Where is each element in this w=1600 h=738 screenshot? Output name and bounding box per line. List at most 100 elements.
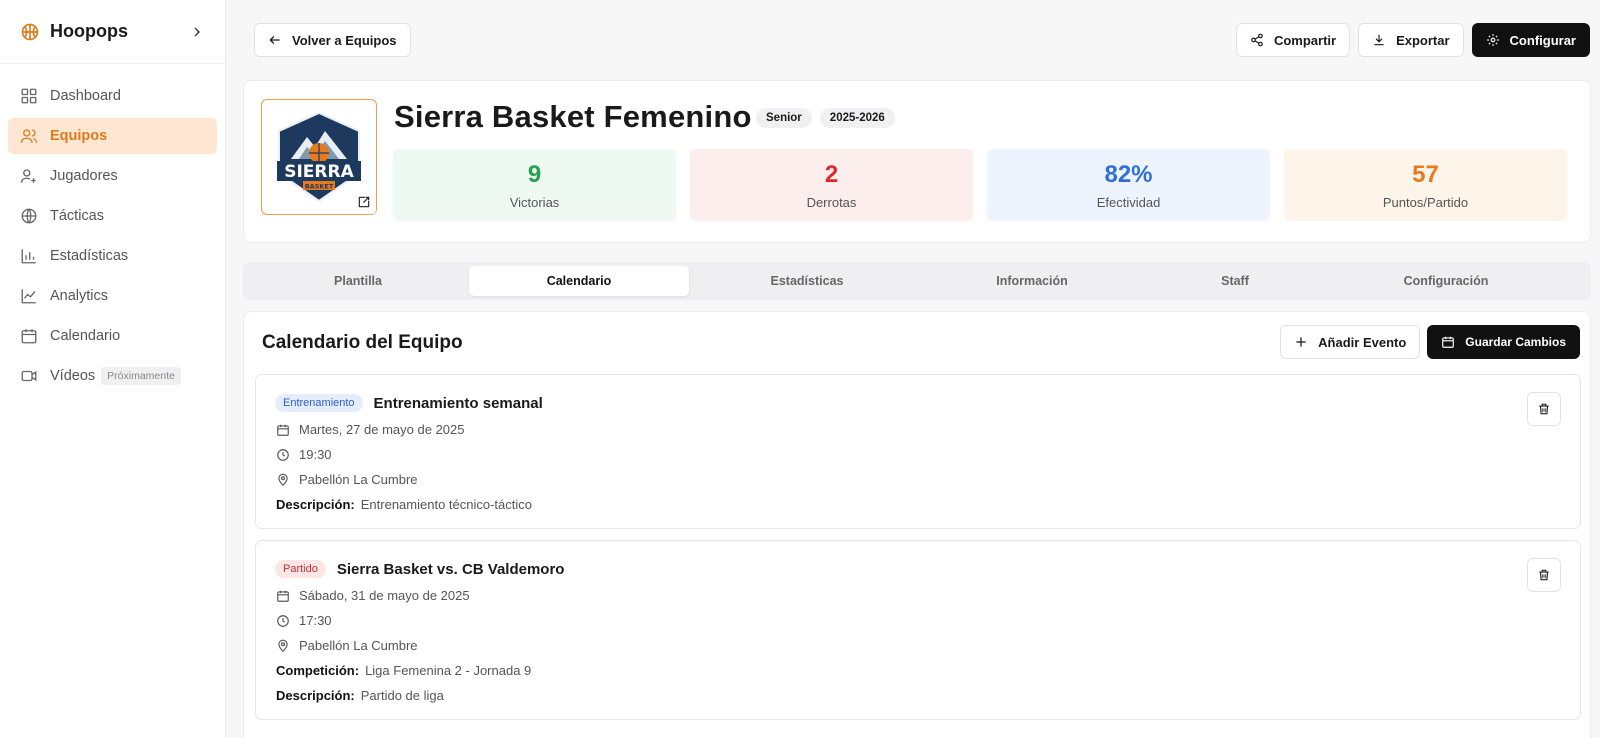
share-label: Compartir <box>1273 32 1337 48</box>
tab-calendario[interactable]: Calendario <box>469 266 689 296</box>
stat-value: 82% <box>1104 160 1153 188</box>
sidebar-item-videos[interactable]: Vídeos Próximamente <box>8 358 217 394</box>
clock-icon <box>276 448 290 462</box>
sidebar: Hoopops Dashboard Equipos Jugadores Táct… <box>0 0 226 738</box>
add-event-label: Añadir Evento <box>1318 334 1407 350</box>
tab-staff[interactable]: Staff <box>1139 266 1331 296</box>
brand: Hoopops <box>0 0 225 64</box>
export-label: Exportar <box>1396 32 1450 48</box>
sidebar-item-label: Equipos <box>50 128 108 144</box>
sidebar-item-calendario[interactable]: Calendario <box>8 318 217 354</box>
sidebar-item-equipos[interactable]: Equipos <box>8 118 217 154</box>
stat-puntos-partido: 57 Puntos/Partido <box>1284 149 1567 221</box>
calendar-section: Calendario del Equipo Añadir Evento Guar… <box>243 311 1591 738</box>
event-card: Partido Sierra Basket vs. CB Valdemoro S… <box>255 540 1581 720</box>
add-event-button[interactable]: Añadir Evento <box>1280 325 1421 359</box>
tab-estadisticas[interactable]: Estadísticas <box>689 266 925 296</box>
event-date: Martes, 27 de mayo de 2025 <box>276 422 465 437</box>
event-description-text: Partido de liga <box>360 688 444 703</box>
tab-configuracion[interactable]: Configuración <box>1331 266 1561 296</box>
coming-soon-badge: Próximamente <box>101 367 181 385</box>
event-description: Descripción: Entrenamiento técnico-tácti… <box>276 497 532 512</box>
calendar-actions: Añadir Evento Guardar Cambios <box>1280 325 1580 359</box>
video-icon <box>20 367 38 385</box>
event-competition: Competición: Liga Femenina 2 - Jornada 9 <box>276 663 531 678</box>
event-location: Pabellón La Cumbre <box>276 472 418 487</box>
sidebar-item-label: Vídeos <box>50 368 96 384</box>
stat-value: 57 <box>1412 160 1439 188</box>
chevron-right-icon[interactable] <box>189 24 205 40</box>
export-button[interactable]: Exportar <box>1358 23 1464 57</box>
event-type-badge: Entrenamiento <box>275 394 363 412</box>
stat-derrotas: 2 Derrotas <box>690 149 973 221</box>
grid-icon <box>20 87 38 105</box>
users-icon <box>20 127 38 145</box>
edit-logo-icon[interactable] <box>352 190 376 214</box>
stat-label: Puntos/Partido <box>1382 194 1469 210</box>
event-date: Sábado, 31 de mayo de 2025 <box>276 588 470 603</box>
team-logo[interactable]: SIERRA BASKET <box>261 99 377 215</box>
sidebar-nav: Dashboard Equipos Jugadores Tácticas Est… <box>0 64 225 394</box>
tab-plantilla[interactable]: Plantilla <box>247 266 469 296</box>
sidebar-item-label: Calendario <box>50 328 121 344</box>
stat-label: Victorias <box>509 194 560 210</box>
bar-chart-icon <box>20 247 38 265</box>
stat-victorias: 9 Victorias <box>393 149 676 221</box>
sidebar-item-analytics[interactable]: Analytics <box>8 278 217 314</box>
download-icon <box>1372 33 1386 47</box>
competition-label: Competición: <box>276 663 360 678</box>
event-description-text: Entrenamiento técnico-táctico <box>360 497 533 512</box>
globe-icon <box>20 207 38 225</box>
map-pin-icon <box>276 473 290 487</box>
plus-icon <box>1294 335 1308 349</box>
event-description: Descripción: Partido de liga <box>276 688 444 703</box>
tab-informacion[interactable]: Información <box>925 266 1139 296</box>
team-tabs: Plantilla Calendario Estadísticas Inform… <box>243 262 1591 300</box>
event-time-text: 17:30 <box>299 613 332 628</box>
line-chart-icon <box>20 287 38 305</box>
sidebar-item-dashboard[interactable]: Dashboard <box>8 78 217 114</box>
category-tag: Senior <box>756 108 812 128</box>
share-button[interactable]: Compartir <box>1235 23 1351 57</box>
app-name: Hoopops <box>50 21 128 41</box>
calendar-icon <box>276 423 290 437</box>
event-competition-text: Liga Femenina 2 - Jornada 9 <box>365 663 532 678</box>
event-title: Entrenamiento semanal <box>373 394 543 412</box>
event-card: Entrenamiento Entrenamiento semanal Mart… <box>255 374 1581 529</box>
back-to-teams-button[interactable]: Volver a Equipos <box>254 23 411 57</box>
back-label: Volver a Equipos <box>292 32 397 48</box>
event-location-text: Pabellón La Cumbre <box>299 472 418 487</box>
clock-icon <box>276 614 290 628</box>
event-header: Partido Sierra Basket vs. CB Valdemoro <box>275 560 564 578</box>
configure-button[interactable]: Configurar <box>1471 23 1590 57</box>
calendar-icon <box>276 589 290 603</box>
event-title: Sierra Basket vs. CB Valdemoro <box>336 560 565 578</box>
save-changes-label: Guardar Cambios <box>1465 335 1566 349</box>
stat-label: Derrotas <box>806 194 857 210</box>
event-time: 19:30 <box>276 447 332 462</box>
delete-event-button[interactable] <box>1527 558 1561 592</box>
team-name: Sierra Basket Femenino <box>394 99 752 134</box>
team-summary-card: SIERRA BASKET Sierra Basket Femenino Sen… <box>243 80 1591 243</box>
sidebar-item-jugadores[interactable]: Jugadores <box>8 158 217 194</box>
trash-icon <box>1537 568 1551 582</box>
event-date-text: Sábado, 31 de mayo de 2025 <box>299 588 470 603</box>
logo-subtext: BASKET <box>305 183 334 191</box>
sidebar-item-estadisticas[interactable]: Estadísticas <box>8 238 217 274</box>
sidebar-item-tacticas[interactable]: Tácticas <box>8 198 217 234</box>
season-tag: 2025-2026 <box>819 108 895 128</box>
configure-label: Configurar <box>1509 32 1576 48</box>
calendar-title: Calendario del Equipo <box>262 332 463 353</box>
gear-icon <box>1486 33 1500 47</box>
sidebar-item-label: Estadísticas <box>50 248 129 264</box>
event-date-text: Martes, 27 de mayo de 2025 <box>299 422 465 437</box>
delete-event-button[interactable] <box>1527 392 1561 426</box>
stat-label: Efectividad <box>1096 194 1161 210</box>
description-label: Descripción: <box>276 688 355 703</box>
calendar-save-icon <box>1441 335 1455 349</box>
stat-efectividad: 82% Efectividad <box>987 149 1270 221</box>
sidebar-item-label: Tácticas <box>50 208 104 224</box>
team-tags: Senior 2025-2026 <box>756 108 895 128</box>
save-changes-button[interactable]: Guardar Cambios <box>1427 325 1580 359</box>
map-pin-icon <box>276 639 290 653</box>
